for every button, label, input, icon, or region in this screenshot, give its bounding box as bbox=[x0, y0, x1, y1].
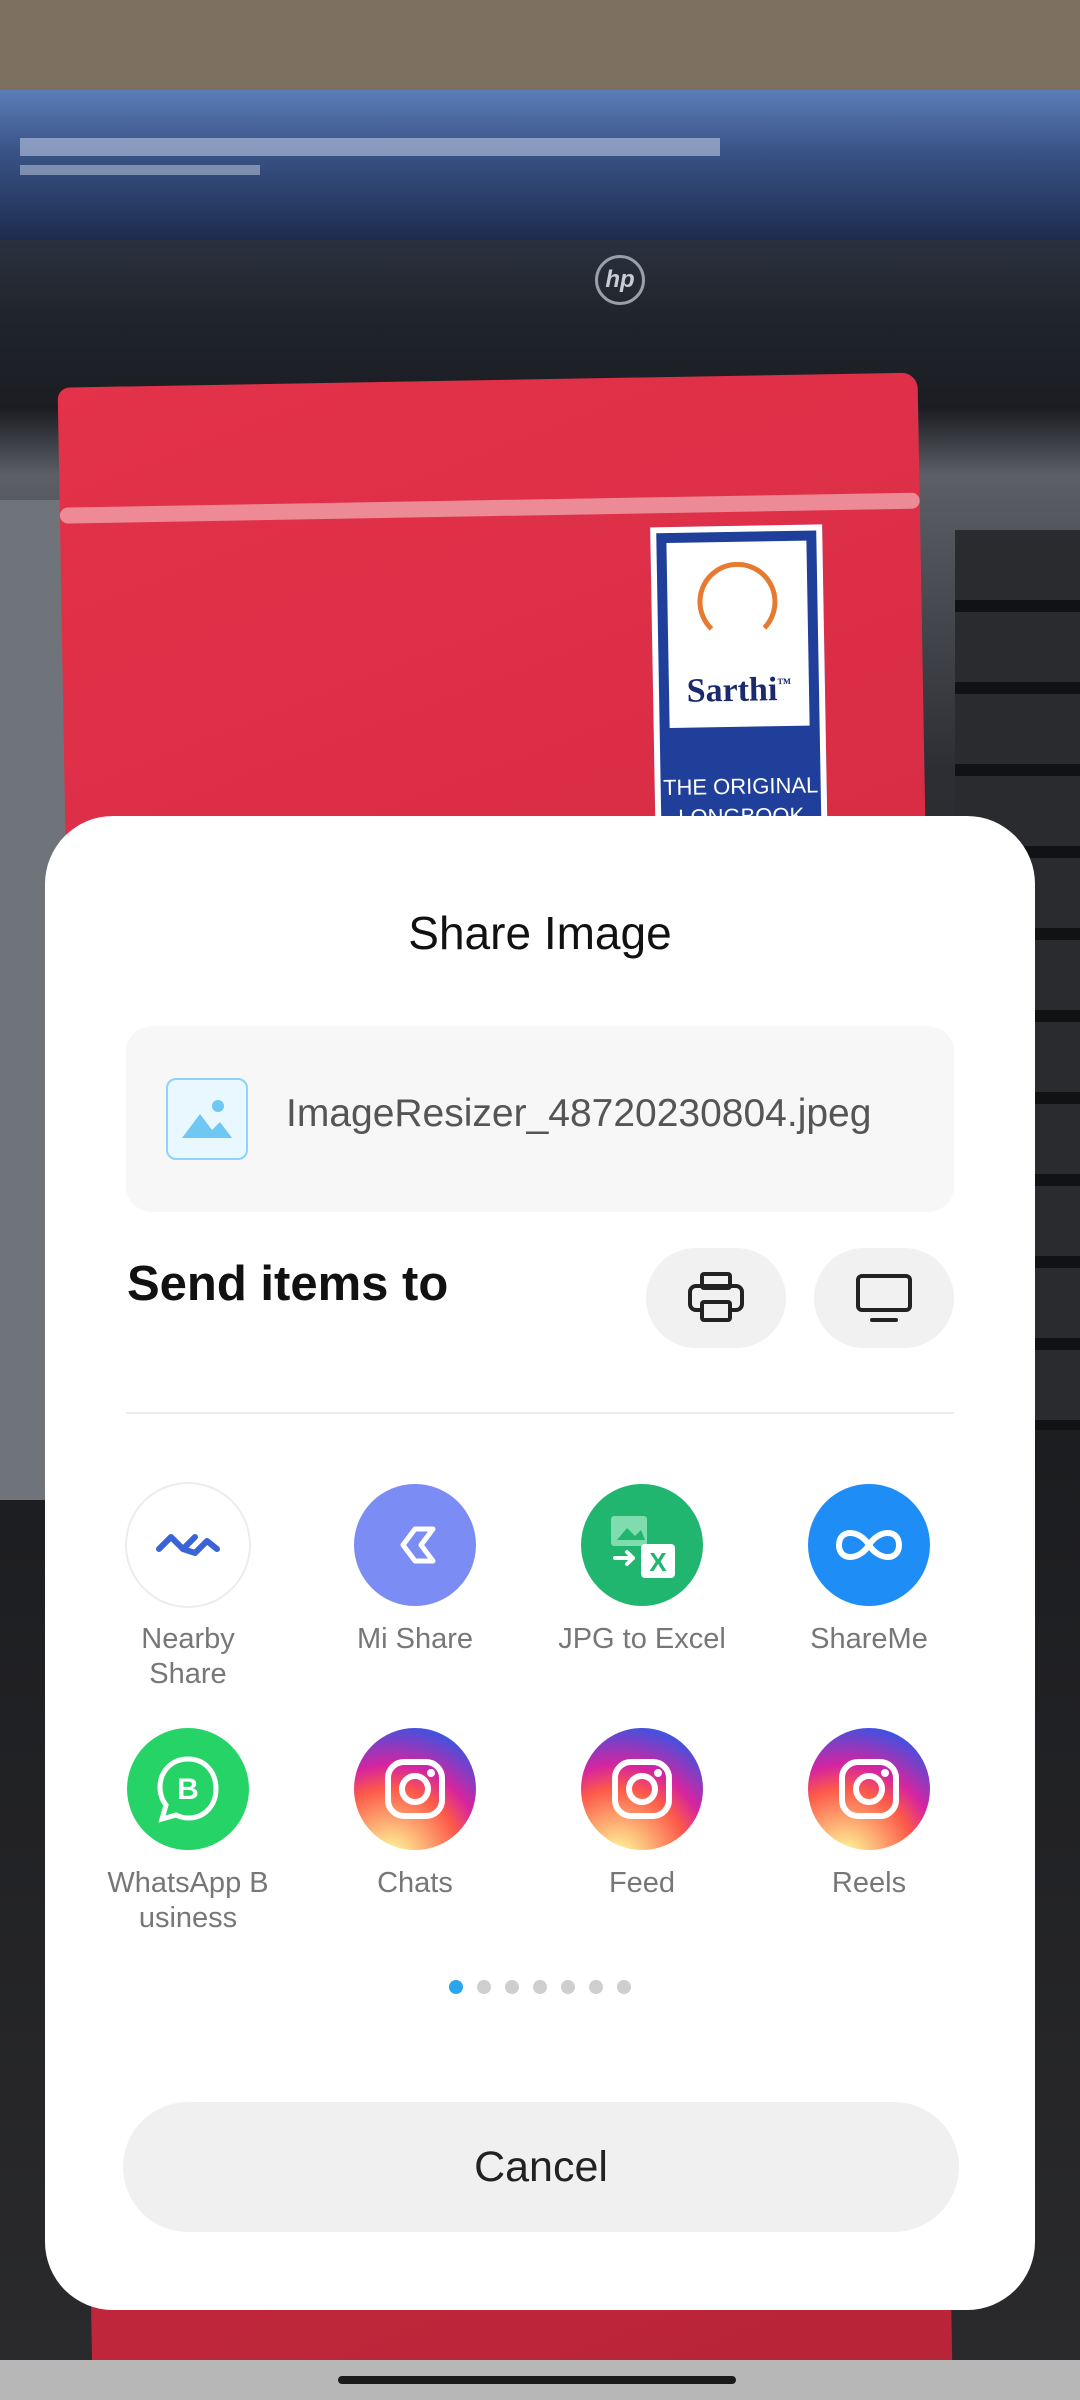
app-whatsapp-business[interactable]: B WhatsApp B usiness bbox=[78, 1728, 298, 1936]
app-label: Nearby Share bbox=[141, 1623, 235, 1690]
app-label: Feed bbox=[608, 1867, 676, 1899]
app-shareme[interactable]: ShareMe bbox=[759, 1484, 979, 1657]
share-sheet: Share Image ImageResizer_48720230804.jpe… bbox=[45, 816, 1035, 2310]
printer-icon bbox=[688, 1272, 744, 1322]
svg-text:X: X bbox=[649, 1547, 667, 1577]
screen-toolbar bbox=[20, 138, 720, 156]
print-button[interactable] bbox=[646, 1248, 786, 1348]
page-indicator bbox=[45, 1980, 1035, 1994]
laptop-screen bbox=[0, 90, 1080, 240]
app-instagram-reels[interactable]: Reels bbox=[759, 1728, 979, 1901]
screen-status-line bbox=[20, 165, 260, 175]
hp-logo: hp bbox=[595, 255, 645, 305]
instagram-icon bbox=[581, 1728, 703, 1850]
image-file-icon bbox=[166, 1078, 248, 1160]
shareme-icon bbox=[808, 1484, 930, 1606]
app-mi-share[interactable]: Mi Share bbox=[305, 1484, 525, 1657]
app-label: Chats bbox=[377, 1867, 453, 1899]
app-nearby-share[interactable]: Nearby Share bbox=[78, 1484, 298, 1692]
nearby-share-icon bbox=[127, 1484, 249, 1606]
app-label: WhatsApp B usiness bbox=[107, 1867, 269, 1934]
app-instagram-feed[interactable]: Feed bbox=[532, 1728, 752, 1901]
sheet-title: Share Image bbox=[408, 907, 672, 959]
page-dot bbox=[617, 1980, 631, 1994]
app-label: ShareMe bbox=[810, 1623, 928, 1655]
page-dot bbox=[589, 1980, 603, 1994]
cancel-button[interactable]: Cancel bbox=[123, 2102, 959, 2232]
jpg-to-excel-icon: X bbox=[581, 1484, 703, 1606]
instagram-icon bbox=[354, 1728, 476, 1850]
notebook-stripe bbox=[59, 492, 920, 524]
mi-share-icon bbox=[354, 1484, 476, 1606]
app-instagram-chats[interactable]: Chats bbox=[305, 1728, 525, 1901]
gesture-handle[interactable] bbox=[338, 2376, 736, 2384]
file-preview-card: ImageResizer_48720230804.jpeg bbox=[126, 1026, 954, 1212]
notebook-brand: Sarthi™ bbox=[686, 671, 792, 710]
page-dot bbox=[477, 1980, 491, 1994]
app-label: Reels bbox=[831, 1867, 907, 1899]
app-label: Mi Share bbox=[356, 1623, 474, 1655]
divider bbox=[126, 1412, 954, 1414]
page-dot-active bbox=[449, 1980, 463, 1994]
instagram-icon bbox=[808, 1728, 930, 1850]
page-dot bbox=[533, 1980, 547, 1994]
page-dot bbox=[505, 1980, 519, 1994]
send-items-label: Send items to bbox=[127, 1257, 449, 1311]
cast-screen-button[interactable] bbox=[814, 1248, 954, 1348]
svg-text:B: B bbox=[177, 1773, 199, 1806]
monitor-icon bbox=[856, 1274, 912, 1322]
file-name: ImageResizer_48720230804.jpeg bbox=[286, 1092, 872, 1135]
app-jpg-to-excel[interactable]: X JPG to Excel bbox=[532, 1484, 752, 1657]
page-dot bbox=[561, 1980, 575, 1994]
whatsapp-business-icon: B bbox=[127, 1728, 249, 1850]
status-bar-area bbox=[0, 0, 1080, 90]
app-label: JPG to Excel bbox=[558, 1623, 726, 1655]
